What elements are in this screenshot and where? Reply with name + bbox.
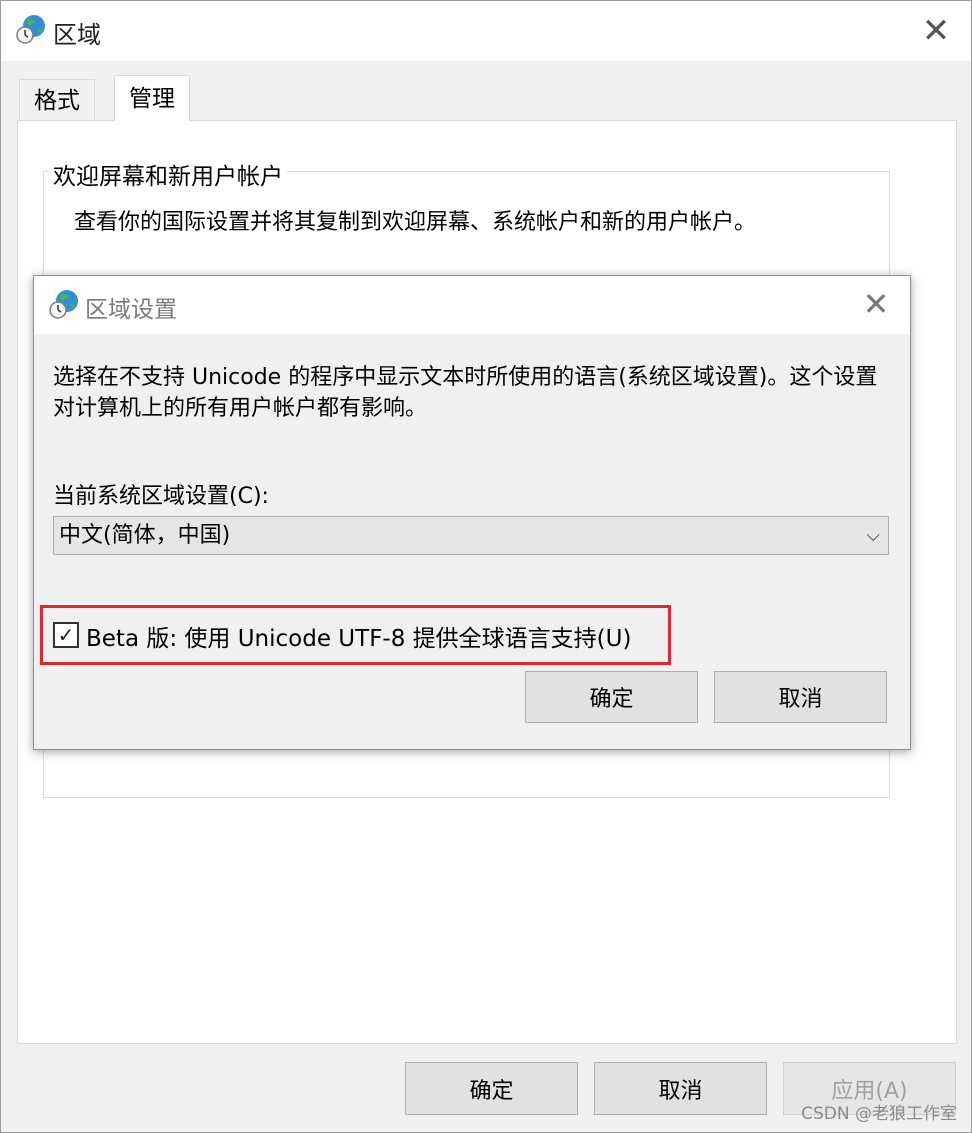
dialog-cancel-button[interactable]: 取消 <box>714 671 887 723</box>
chevron-down-icon: ⌵ <box>866 525 880 546</box>
dialog-close-button[interactable]: ✕ <box>854 284 898 324</box>
group-description: 查看你的国际设置并将其复制到欢迎屏幕、系统帐户和新的用户帐户。 <box>74 210 757 235</box>
ok-button[interactable]: 确定 <box>405 1062 578 1115</box>
close-icon: ✕ <box>921 11 951 51</box>
dialog-description: 选择在不支持 Unicode 的程序中显示文本时所使用的语言(系统区域设置)。这… <box>53 365 878 421</box>
system-locale-label: 当前系统区域设置(C): <box>53 484 269 509</box>
system-locale-value: 中文(简体，中国) <box>59 523 231 548</box>
dialog-title: 区域设置 <box>85 297 177 323</box>
checkmark-icon: ✓ <box>57 623 75 647</box>
region-window: 区域 ✕ 格式 管理 欢迎屏幕和新用户帐户 查看你的国际设置并将其复制到欢迎屏幕… <box>0 0 972 1133</box>
window-close-button[interactable]: ✕ <box>913 11 959 51</box>
tab-strip: 格式 管理 <box>19 75 719 121</box>
watermark: CSDN @老狼工作室 <box>801 1104 957 1124</box>
utf8-checkbox-label[interactable]: Beta 版: 使用 Unicode UTF-8 提供全球语言支持(U) <box>86 619 631 653</box>
window-titlebar[interactable]: 区域 ✕ <box>1 1 971 61</box>
globe-clock-icon <box>48 288 80 320</box>
window-title: 区域 <box>53 21 101 49</box>
dialog-titlebar[interactable]: 区域设置 ✕ <box>34 276 910 334</box>
tab-admin[interactable]: 管理 <box>114 75 190 121</box>
utf8-checkbox[interactable]: ✓ <box>53 622 79 648</box>
region-settings-dialog: 区域设置 ✕ 选择在不支持 Unicode 的程序中显示文本时所使用的语言(系统… <box>33 275 911 750</box>
group-title: 欢迎屏幕和新用户帐户 <box>49 157 287 191</box>
system-locale-select[interactable]: 中文(简体，中国) ⌵ <box>53 516 889 555</box>
cancel-button[interactable]: 取消 <box>594 1062 767 1115</box>
globe-clock-icon <box>15 13 47 45</box>
dialog-ok-button[interactable]: 确定 <box>525 671 698 723</box>
tab-format[interactable]: 格式 <box>19 79 95 121</box>
close-icon: ✕ <box>862 285 890 323</box>
